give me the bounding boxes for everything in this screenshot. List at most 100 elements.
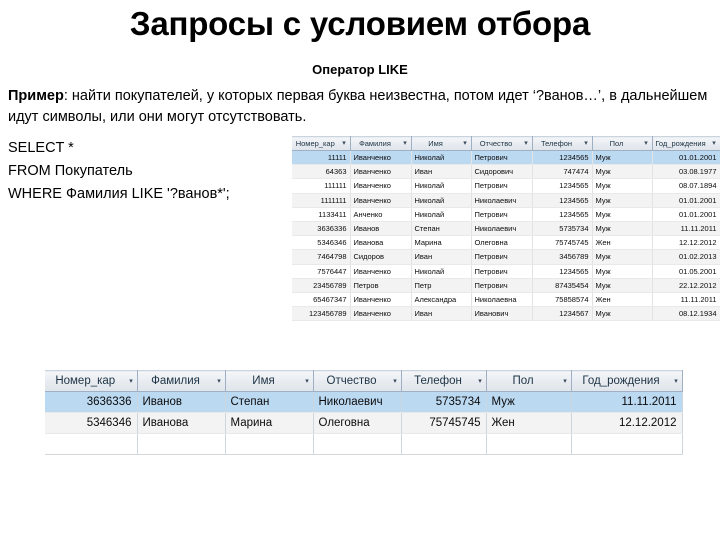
source-datasheet-table[interactable]: Номер_кар ▾ Фамилия ▾ Имя ▾ Отчество ▾ Телефон ▾ П… bbox=[292, 136, 720, 322]
table-cell[interactable]: Иван bbox=[411, 306, 472, 322]
table-cell[interactable]: Жен bbox=[486, 412, 572, 434]
sort-dropdown-icon[interactable]: ▾ bbox=[560, 378, 571, 385]
table-cell[interactable]: 7464798 bbox=[292, 249, 351, 265]
table-row[interactable]: 64363 Иванченко Иван Сидорович 747474 Муж 03.0… bbox=[292, 164, 720, 180]
table-cell[interactable]: Петрович bbox=[471, 150, 533, 166]
table-cell[interactable]: Иванченко bbox=[350, 264, 412, 279]
table-cell[interactable]: Николай bbox=[411, 264, 472, 279]
table-cell[interactable]: Николай bbox=[411, 193, 472, 208]
table-cell[interactable]: Петрович bbox=[471, 249, 533, 265]
table-cell[interactable]: Иванов bbox=[350, 221, 412, 237]
table-cell[interactable]: 11.11.2011 bbox=[652, 221, 720, 237]
table-cell[interactable]: 03.08.1977 bbox=[652, 164, 720, 180]
column-header-7[interactable]: Год_рождения ▾ bbox=[571, 370, 683, 392]
table-cell[interactable]: Иванова bbox=[137, 412, 226, 434]
table-cell[interactable]: Петрович bbox=[471, 278, 533, 294]
table-cell[interactable]: Александра bbox=[411, 292, 472, 308]
table-cell[interactable]: 7576447 bbox=[292, 264, 351, 279]
column-header-2[interactable]: Фамилия ▾ bbox=[137, 370, 226, 392]
table-cell[interactable]: Муж bbox=[592, 278, 653, 294]
table-cell[interactable]: Муж bbox=[592, 249, 653, 265]
table-cell[interactable]: 1234565 bbox=[532, 178, 593, 194]
table-row[interactable]: 111111 Иванченко Николай Петрович 1234565 Муж… bbox=[292, 178, 720, 194]
table-cell[interactable]: Олеговна bbox=[313, 412, 402, 434]
table-cell[interactable]: 1234565 bbox=[532, 264, 593, 279]
table-cell[interactable]: Иванченко bbox=[350, 150, 412, 166]
table-cell[interactable]: 01.01.2001 bbox=[652, 193, 720, 208]
table-cell[interactable]: 5735734 bbox=[401, 391, 487, 413]
new-record-row[interactable] bbox=[45, 433, 683, 455]
table-cell[interactable]: Муж bbox=[592, 178, 653, 194]
table-cell[interactable]: 22.12.2012 bbox=[652, 278, 720, 294]
table-cell[interactable]: 1234567 bbox=[532, 306, 593, 322]
table-cell[interactable]: Иванов bbox=[137, 391, 226, 413]
table-cell[interactable]: 01.02.2013 bbox=[652, 249, 720, 265]
table-row[interactable]: 3636336 Иванов Степан Николаевич 5735734 Муж 1… bbox=[45, 391, 683, 413]
table-cell[interactable]: Иванова bbox=[350, 235, 412, 251]
table-cell[interactable]: Муж bbox=[592, 164, 653, 180]
column-header-5[interactable]: Телефон ▾ bbox=[401, 370, 487, 392]
table-cell[interactable] bbox=[401, 433, 487, 455]
sort-dropdown-icon[interactable]: ▾ bbox=[521, 140, 532, 147]
table-row[interactable]: 23456789 Петров Петр Петрович 87435454 Муж 22.… bbox=[292, 278, 720, 294]
table-cell[interactable]: Иван bbox=[411, 249, 472, 265]
column-header-2[interactable]: Фамилия ▾ bbox=[350, 136, 412, 151]
table-cell[interactable]: 01.05.2001 bbox=[652, 264, 720, 279]
table-cell[interactable]: 08.12.1934 bbox=[652, 306, 720, 322]
table-cell[interactable]: 5735734 bbox=[532, 221, 593, 237]
column-header-6[interactable]: Пол ▾ bbox=[592, 136, 653, 151]
table-cell[interactable] bbox=[571, 433, 683, 455]
table-cell[interactable]: 64363 bbox=[292, 164, 351, 180]
table-cell[interactable]: 1234565 bbox=[532, 193, 593, 208]
table-cell[interactable]: 08.07.1894 bbox=[652, 178, 720, 194]
table-cell[interactable]: Николаевич bbox=[313, 391, 402, 413]
table-cell[interactable]: 1234565 bbox=[532, 150, 593, 166]
table-cell[interactable]: Анченко bbox=[350, 207, 412, 223]
table-cell[interactable]: 5346346 bbox=[45, 412, 138, 434]
table-cell[interactable]: Николай bbox=[411, 207, 472, 223]
table-cell[interactable]: 01.01.2001 bbox=[652, 207, 720, 223]
sort-dropdown-icon[interactable]: ▾ bbox=[214, 378, 225, 385]
table-cell[interactable]: Иванченко bbox=[350, 292, 412, 308]
table-cell[interactable] bbox=[313, 433, 402, 455]
table-cell[interactable]: Иванович bbox=[471, 306, 533, 322]
table-cell[interactable] bbox=[137, 433, 226, 455]
table-row[interactable]: 3636336 Иванов Степан Николаевич 5735734 Муж 1… bbox=[292, 221, 720, 237]
table-cell[interactable]: 123456789 bbox=[292, 306, 351, 322]
sort-dropdown-icon[interactable]: ▾ bbox=[581, 140, 592, 147]
table-cell[interactable]: 5346346 bbox=[292, 235, 351, 251]
result-datasheet-table[interactable]: Номер_кар ▾ Фамилия ▾ Имя ▾ Отчество ▾ Телефон ▾ П… bbox=[45, 370, 683, 455]
table-cell[interactable]: Степан bbox=[411, 221, 472, 237]
table-cell[interactable]: Петрович bbox=[471, 207, 533, 223]
table-row[interactable]: 5346346 Иванова Марина Олеговна 75745745 Жен 1… bbox=[292, 235, 720, 251]
sort-dropdown-icon[interactable]: ▾ bbox=[339, 140, 350, 147]
table-cell[interactable]: 111111 bbox=[292, 178, 351, 194]
table-cell[interactable]: Николаевна bbox=[471, 292, 533, 308]
table-cell[interactable]: Марина bbox=[225, 412, 314, 434]
table-row[interactable]: 123456789 Иванченко Иван Иванович 1234567 Муж… bbox=[292, 306, 720, 322]
table-cell[interactable]: Петров bbox=[350, 278, 412, 294]
column-header-5[interactable]: Телефон ▾ bbox=[532, 136, 593, 151]
table-cell[interactable]: 23456789 bbox=[292, 278, 351, 294]
sort-dropdown-icon[interactable]: ▾ bbox=[390, 378, 401, 385]
table-cell[interactable]: Сидорович bbox=[471, 164, 533, 180]
column-header-4[interactable]: Отчество ▾ bbox=[471, 136, 533, 151]
table-cell[interactable]: Муж bbox=[592, 207, 653, 223]
table-cell[interactable]: Петр bbox=[411, 278, 472, 294]
table-cell[interactable]: Муж bbox=[592, 221, 653, 237]
table-cell[interactable]: Марина bbox=[411, 235, 472, 251]
table-cell[interactable] bbox=[486, 433, 572, 455]
sort-dropdown-icon[interactable]: ▾ bbox=[400, 140, 411, 147]
table-row[interactable]: 65467347 Иванченко Александра Николаевна 758… bbox=[292, 292, 720, 308]
table-cell[interactable]: 65467347 bbox=[292, 292, 351, 308]
table-cell[interactable]: 747474 bbox=[532, 164, 593, 180]
table-cell[interactable]: Николаевич bbox=[471, 221, 533, 237]
sort-dropdown-icon[interactable]: ▾ bbox=[302, 378, 313, 385]
table-cell[interactable]: Муж bbox=[486, 391, 572, 413]
sort-dropdown-icon[interactable]: ▾ bbox=[460, 140, 471, 147]
table-cell[interactable]: 12.12.2012 bbox=[571, 412, 683, 434]
table-cell[interactable]: 3636336 bbox=[292, 221, 351, 237]
column-header-7[interactable]: Год_рождения ▾ bbox=[652, 136, 720, 151]
table-cell[interactable]: 75858574 bbox=[532, 292, 593, 308]
table-cell[interactable]: Муж bbox=[592, 193, 653, 208]
